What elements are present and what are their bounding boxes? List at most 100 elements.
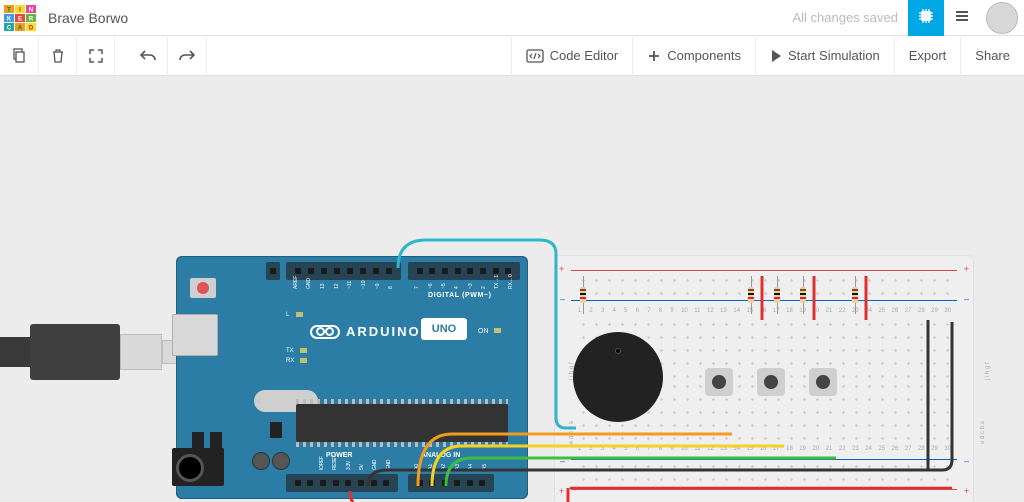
usb-cable[interactable] xyxy=(0,337,30,367)
bb-power-rail-top[interactable] xyxy=(577,274,951,300)
export-label: Export xyxy=(909,48,947,63)
zoom-fit-button[interactable] xyxy=(77,37,115,75)
bb-plus-icon: + xyxy=(964,486,969,496)
arduino-l-led xyxy=(296,312,303,317)
trash-icon xyxy=(50,48,66,64)
save-status: All changes saved xyxy=(792,10,898,25)
bb-minus-icon: – xyxy=(964,456,969,466)
share-label: Share xyxy=(975,48,1010,63)
components-label: Components xyxy=(667,48,741,63)
bb-rail-bot-plus xyxy=(571,489,957,490)
bb-plus-icon: + xyxy=(559,264,564,274)
circuit-canvas[interactable]: AREFGND1312~11~10~98 7~6~54~32TX→1RX←0 I… xyxy=(0,76,1024,502)
arduino-usb-port xyxy=(172,314,218,356)
code-icon xyxy=(526,49,544,63)
bb-rail-top-plus xyxy=(571,270,957,271)
tab-schematic-view[interactable] xyxy=(944,0,980,36)
user-avatar[interactable] xyxy=(986,2,1018,34)
topbar: T I N K E R C A D Brave Borwo All change… xyxy=(0,0,1024,36)
usb-plug[interactable] xyxy=(30,324,120,380)
code-editor-button[interactable]: Code Editor xyxy=(511,37,633,75)
bb-minus-icon: – xyxy=(560,294,565,304)
pushbutton-3[interactable] xyxy=(809,368,837,396)
code-editor-label: Code Editor xyxy=(550,48,619,63)
arduino-brand: ARDUINO xyxy=(310,324,421,339)
bb-plus-icon: + xyxy=(964,264,969,274)
arduino-brand-text: ARDUINO xyxy=(346,324,421,339)
svg-text:N: N xyxy=(29,7,33,13)
bb-plus-icon: + xyxy=(559,486,564,496)
start-simulation-button[interactable]: Start Simulation xyxy=(755,37,894,75)
arduino-pin-labels-digital-right: 7~6~54~32TX→1RX←0 xyxy=(408,282,520,288)
arduino-capacitor xyxy=(252,452,270,470)
tinkercad-logo[interactable]: T I N K E R C A D xyxy=(0,0,42,36)
arduino-capacitor xyxy=(272,452,290,470)
arduino-pin-labels-analog: A0A1A2A3A4A5 xyxy=(408,463,494,469)
arduino-rx-led xyxy=(300,358,307,363)
arduino-header-power[interactable] xyxy=(286,474,398,492)
view-tabs xyxy=(908,0,980,36)
delete-button[interactable] xyxy=(39,37,77,75)
pushbutton-1[interactable] xyxy=(705,368,733,396)
resistor-2[interactable] xyxy=(748,280,754,310)
arduino-header-digital-right[interactable] xyxy=(408,262,520,280)
arduino-header-icsp[interactable] xyxy=(266,262,280,280)
arduino-header-digital-left[interactable] xyxy=(286,262,401,280)
undo-button[interactable] xyxy=(129,37,168,75)
resistor-3[interactable] xyxy=(774,280,780,310)
bb-row-labels-top-right: j i h g f xyxy=(985,362,991,380)
arduino-smd-chip xyxy=(270,422,282,438)
export-button[interactable]: Export xyxy=(894,37,961,75)
bb-minus-icon: – xyxy=(964,294,969,304)
resistor-1[interactable] xyxy=(580,280,586,310)
svg-text:D: D xyxy=(29,25,34,31)
bb-row-labels-bot-right: e d c b a xyxy=(980,421,986,444)
arduino-section-digital: DIGITAL (PWM~) xyxy=(428,292,492,299)
arduino-pin-labels-power: IOREFRESET3.3V5VGNDGND xyxy=(286,463,398,469)
list-icon xyxy=(953,7,971,28)
svg-text:A: A xyxy=(18,25,23,31)
redo-icon xyxy=(178,49,196,63)
arduino-section-power: POWER xyxy=(326,452,352,459)
arduino-smd-chip xyxy=(210,432,222,448)
arduino-header-analog[interactable] xyxy=(408,474,494,492)
arduino-uno[interactable]: AREFGND1312~11~10~98 7~6~54~32TX→1RX←0 I… xyxy=(176,256,528,499)
breadboard[interactable]: + + + + – – – – 123456789101112131415161… xyxy=(555,256,973,502)
arduino-model-badge: UNO xyxy=(421,318,467,340)
toolbar: Code Editor Components Start Simulation … xyxy=(0,36,1024,76)
bb-column-numbers: 1234567891011121314151617181920212223242… xyxy=(577,308,951,314)
copy-icon xyxy=(10,47,28,65)
usb-plug-metal xyxy=(120,334,162,370)
arduino-rx-label: RX xyxy=(286,358,294,364)
arduino-tx-label: TX xyxy=(286,348,294,354)
project-title[interactable]: Brave Borwo xyxy=(42,10,128,26)
arduino-reset-button[interactable] xyxy=(190,278,216,298)
arduino-infinity-icon xyxy=(310,325,340,339)
resistor-5[interactable] xyxy=(852,280,858,310)
bb-minus-icon: – xyxy=(560,456,565,466)
svg-text:R: R xyxy=(29,16,34,22)
tab-circuit-view[interactable] xyxy=(908,0,944,36)
plus-icon xyxy=(647,49,661,63)
arduino-on-led xyxy=(494,328,501,333)
piezo-buzzer[interactable] xyxy=(573,332,663,422)
copy-button[interactable] xyxy=(0,37,39,75)
pushbutton-2[interactable] xyxy=(757,368,785,396)
share-button[interactable]: Share xyxy=(960,37,1024,75)
arduino-atmega-chip xyxy=(296,404,508,442)
arduino-l-label: L xyxy=(286,312,289,318)
arduino-tx-led xyxy=(300,348,307,353)
components-button[interactable]: Components xyxy=(632,37,755,75)
play-icon xyxy=(770,49,782,63)
start-simulation-label: Start Simulation xyxy=(788,48,880,63)
bb-column-numbers: 1234567891011121314151617181920212223242… xyxy=(577,446,951,452)
svg-text:C: C xyxy=(7,25,12,31)
arduino-section-analog: ANALOG IN xyxy=(421,452,460,459)
bb-power-rail-bot[interactable] xyxy=(577,460,951,486)
arduino-regulator xyxy=(192,432,204,448)
resistor-4[interactable] xyxy=(800,280,806,310)
chip-icon xyxy=(917,7,935,28)
redo-button[interactable] xyxy=(168,37,207,75)
arduino-on-label: ON xyxy=(478,328,489,335)
svg-text:T: T xyxy=(7,7,11,13)
